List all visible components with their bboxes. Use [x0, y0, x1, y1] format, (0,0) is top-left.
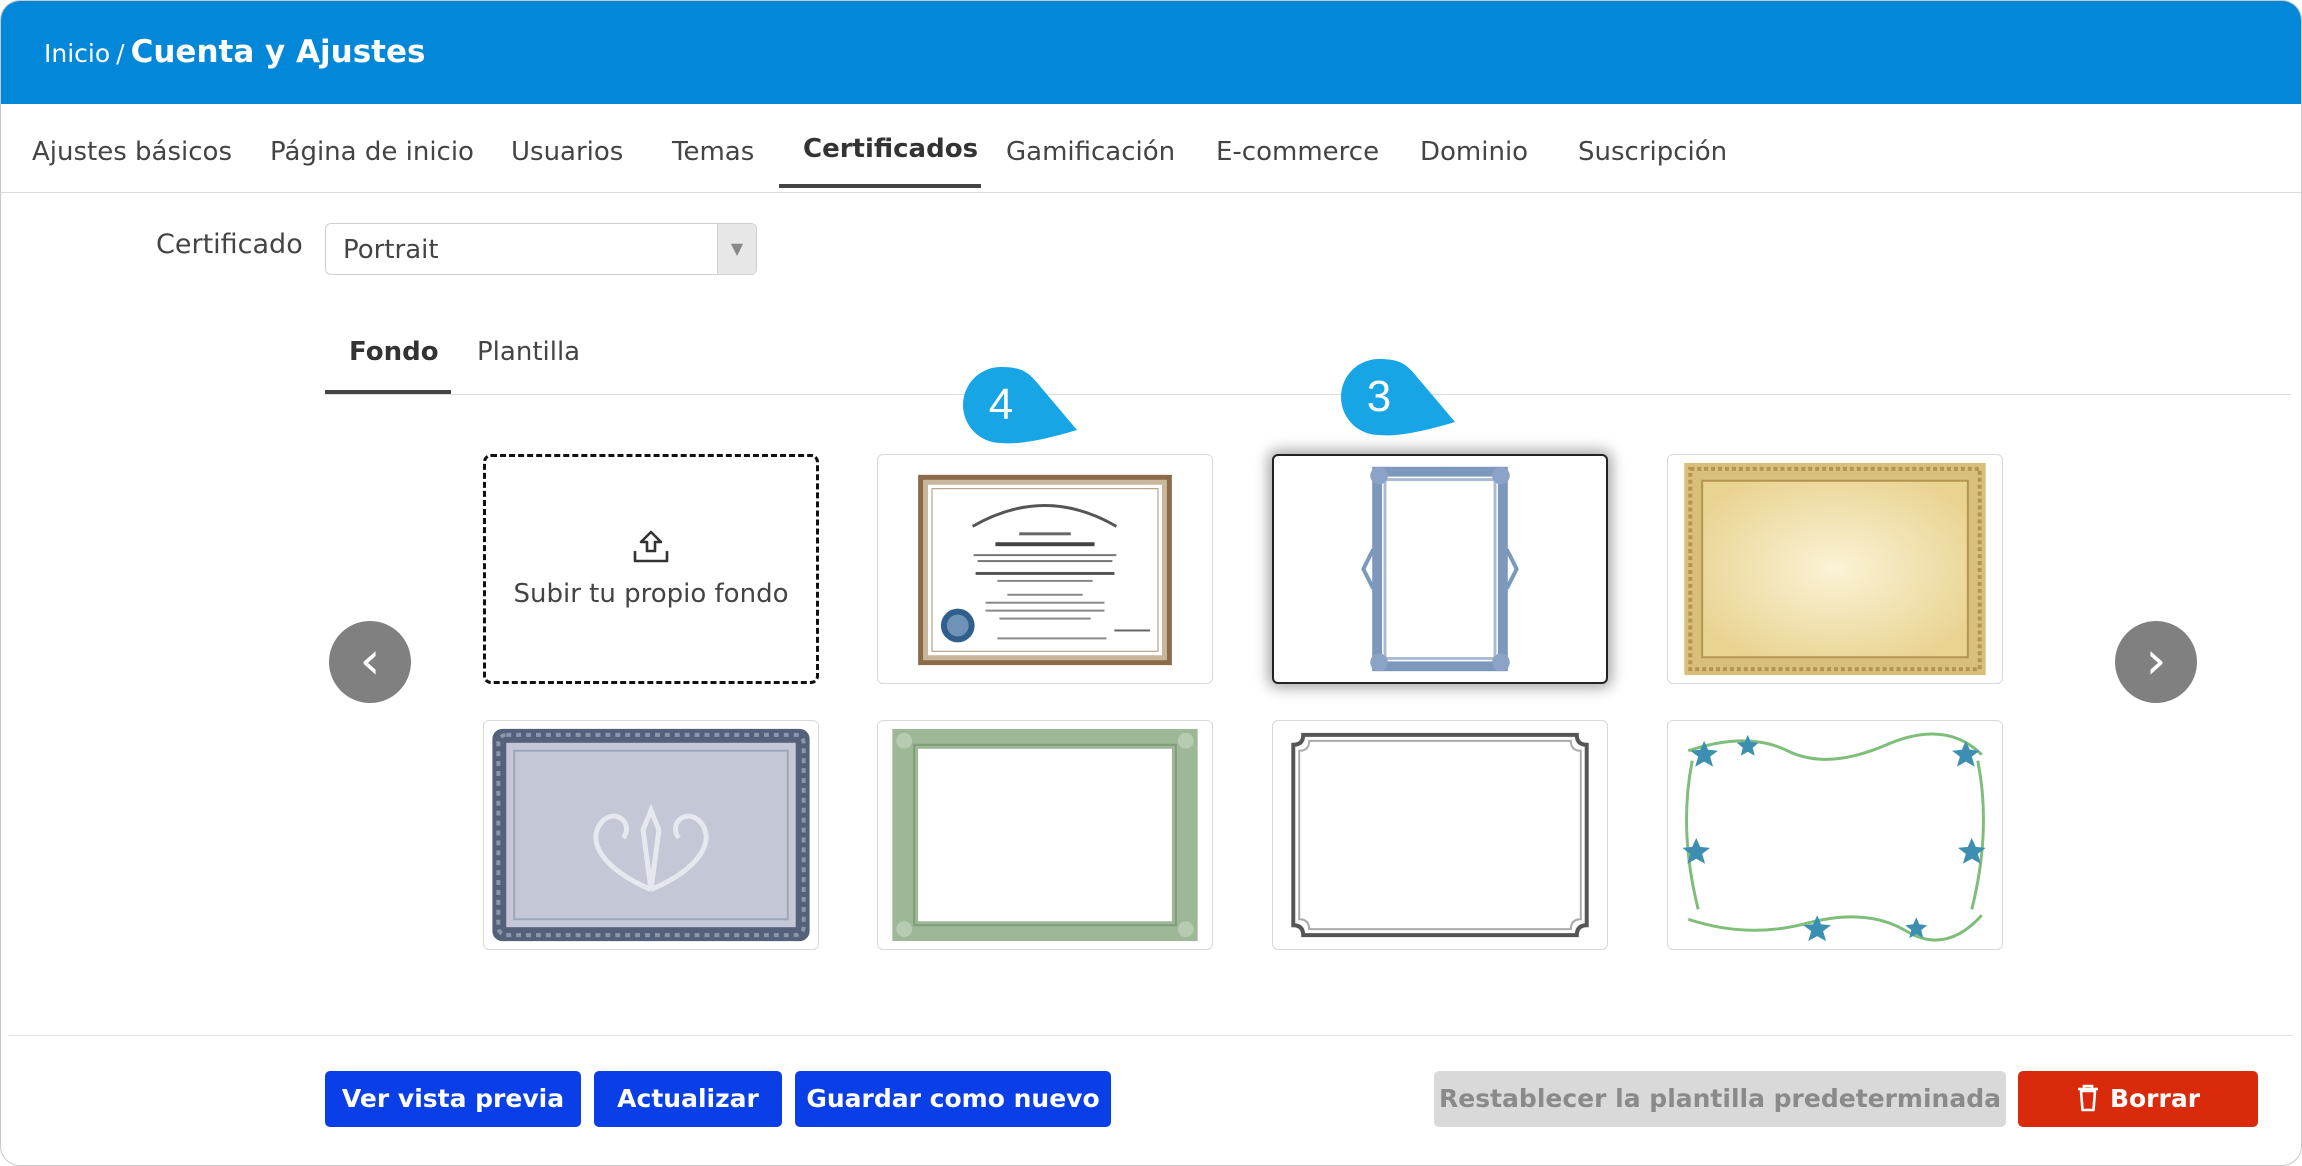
background-thumbnail-floral-stars[interactable]: [1667, 720, 2003, 950]
floral-stars-border-image: [1682, 732, 1986, 942]
accreditation-certificate-image: [918, 474, 1172, 666]
chevron-right-icon: ›: [2145, 631, 2167, 691]
app-header: Inicio / Cuenta y Ajustes: [1, 1, 2301, 104]
settings-window: Inicio / Cuenta y Ajustes Ajustes básicos …: [0, 0, 2302, 1166]
certificate-select-value: Portrait: [343, 235, 439, 265]
background-subtabs: Fondo Plantilla: [325, 321, 2291, 395]
save-as-new-button[interactable]: Guardar como nuevo: [795, 1071, 1111, 1127]
active-tab-indicator: [779, 184, 981, 188]
delete-button[interactable]: Borrar: [2018, 1071, 2258, 1127]
background-thumbnail-gray-scalloped[interactable]: [483, 720, 819, 950]
footer-divider: [9, 1035, 2293, 1036]
page-title: Cuenta y Ajustes: [130, 34, 426, 70]
upload-background-tile[interactable]: Subir tu propio fondo: [483, 454, 819, 684]
dropdown-arrow-icon[interactable]: ▼: [717, 224, 756, 274]
tab-e-commerce[interactable]: E-commerce: [1216, 104, 1379, 192]
active-subtab-indicator: [325, 390, 451, 394]
gold-frame-image: [1684, 462, 1986, 676]
certificate-select[interactable]: Portrait ▼: [325, 223, 757, 275]
breadcrumb: Inicio / Cuenta y Ajustes: [44, 31, 425, 75]
tab-pagina-de-inicio[interactable]: Página de inicio: [270, 104, 474, 192]
tab-gamificacion[interactable]: Gamificación: [1006, 104, 1175, 192]
gray-scalloped-border-image: [492, 728, 810, 942]
background-thumbnail-blue-portrait[interactable]: [1272, 454, 1608, 684]
background-thumbnail-simple-border[interactable]: [1272, 720, 1608, 950]
subtab-fondo[interactable]: Fondo: [349, 321, 439, 393]
carousel-next-button[interactable]: ›: [2115, 621, 2197, 703]
green-frame-image: [892, 728, 1198, 942]
blue-ornamental-border-image: [1361, 466, 1519, 672]
tab-dominio[interactable]: Dominio: [1420, 104, 1528, 192]
certificate-label: Certificado: [156, 229, 303, 260]
background-thumbnail-gold-frame[interactable]: [1667, 454, 2003, 684]
callout-badge-3: 3: [1341, 359, 1471, 451]
upload-icon: [633, 530, 669, 563]
chevron-left-icon: ‹: [359, 631, 381, 691]
background-thumbnail-accreditation[interactable]: [877, 454, 1213, 684]
callout-badge-4: 4: [963, 367, 1093, 459]
preview-button[interactable]: Ver vista previa: [325, 1071, 581, 1127]
delete-button-label: Borrar: [2109, 1084, 2201, 1113]
tab-ajustes-basicos[interactable]: Ajustes básicos: [32, 104, 232, 192]
carousel-prev-button[interactable]: ‹: [329, 621, 411, 703]
reset-template-button[interactable]: Restablecer la plantilla predeterminada: [1434, 1071, 2006, 1127]
trash-icon: [2077, 1084, 2098, 1112]
tab-certificados[interactable]: Certificados: [803, 104, 978, 192]
update-button[interactable]: Actualizar: [594, 1071, 782, 1127]
callout-number: 4: [988, 380, 1014, 429]
tab-suscripcion[interactable]: Suscripción: [1578, 104, 1727, 192]
tab-usuarios[interactable]: Usuarios: [511, 104, 623, 192]
upload-background-label: Subir tu propio fondo: [513, 579, 789, 609]
callout-number: 3: [1366, 372, 1392, 421]
tab-temas[interactable]: Temas: [672, 104, 754, 192]
simple-border-image: [1291, 732, 1589, 938]
background-thumbnail-green-frame[interactable]: [877, 720, 1213, 950]
subtab-plantilla[interactable]: Plantilla: [477, 321, 580, 393]
breadcrumb-separator: /: [116, 39, 125, 68]
settings-nav: Ajustes básicos Página de inicio Usuario…: [1, 104, 2301, 193]
breadcrumb-home-link[interactable]: Inicio: [44, 39, 110, 68]
